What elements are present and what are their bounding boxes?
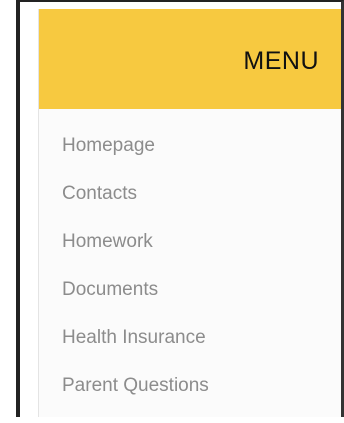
menu-item-homepage[interactable]: Homepage (62, 135, 209, 183)
menu-item-contacts[interactable]: Contacts (62, 183, 209, 231)
screenshot-frame: MENU Homepage Contacts Homework Document… (16, 0, 344, 417)
menu-item-homework[interactable]: Homework (62, 231, 209, 279)
menu-item-documents[interactable]: Documents (62, 279, 209, 327)
menu-title: MENU (243, 47, 319, 75)
menu-header: MENU (39, 9, 341, 109)
menu-item-parent-questions[interactable]: Parent Questions (62, 375, 209, 423)
menu-list: Homepage Contacts Homework Documents Hea… (62, 135, 209, 423)
menu-item-health-insurance[interactable]: Health Insurance (62, 327, 209, 375)
